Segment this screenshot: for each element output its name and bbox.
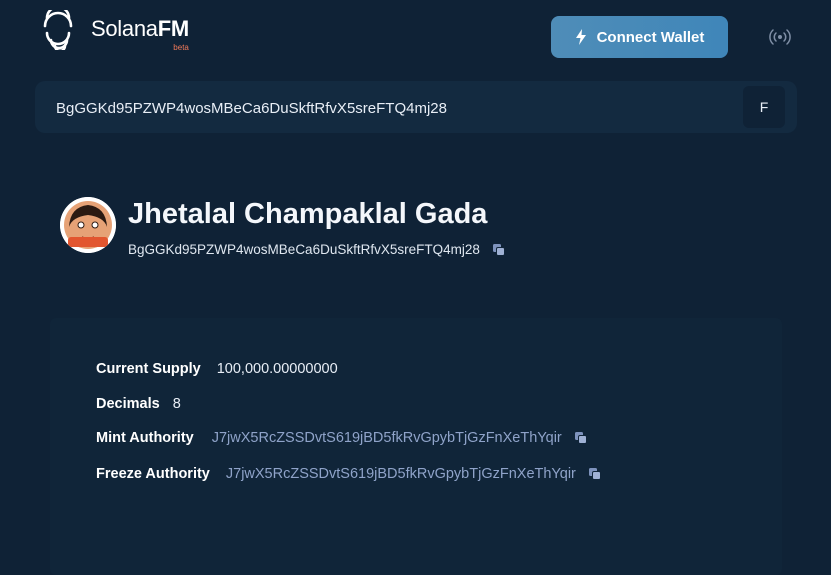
token-details-card: Current Supply 100,000.00000000 Decimals… (50, 318, 782, 575)
copy-icon[interactable] (588, 467, 602, 481)
freeze-authority-link[interactable]: J7jwX5RcZSSDvtS619jBD5fkRvGpybTjGzFnXeTh… (226, 466, 576, 482)
solanafm-logo-icon (43, 10, 73, 50)
search-input[interactable] (54, 81, 708, 135)
decimals-value: 8 (172, 396, 181, 412)
bolt-icon (575, 29, 586, 45)
search-button[interactable]: F (743, 86, 785, 128)
decimals-label: Decimals (96, 396, 160, 412)
copy-icon[interactable] (574, 431, 588, 445)
signal-icon[interactable] (769, 28, 791, 46)
copy-icon[interactable] (492, 243, 506, 257)
logo-text: SolanaFM beta (91, 16, 189, 52)
beta-badge: beta (173, 43, 189, 52)
connect-wallet-button[interactable]: Connect Wallet (551, 16, 728, 58)
mint-authority-row: Mint Authority J7jwX5RcZSSDvtS619jBD5fkR… (96, 430, 588, 446)
connect-wallet-label: Connect Wallet (596, 28, 705, 46)
profile-address-row: BgGGKd95PZWP4wosMBeCa6DuSkftRfvX5sreFTQ4… (128, 242, 506, 257)
current-supply-row: Current Supply 100,000.00000000 (96, 361, 338, 377)
profile-address: BgGGKd95PZWP4wosMBeCa6DuSkftRfvX5sreFTQ4… (128, 242, 480, 257)
current-supply-label: Current Supply (96, 361, 201, 377)
current-supply-value: 100,000.00000000 (216, 361, 338, 377)
decimals-row: Decimals 8 (96, 396, 181, 412)
freeze-authority-row: Freeze Authority J7jwX5RcZSSDvtS619jBD5f… (96, 466, 602, 482)
avatar-image (60, 197, 116, 253)
profile-name: Jhetalal Champaklal Gada (128, 198, 488, 230)
logo[interactable]: SolanaFM beta (43, 10, 189, 52)
logo-name: SolanaFM (91, 16, 189, 41)
mint-authority-link[interactable]: J7jwX5RcZSSDvtS619jBD5fkRvGpybTjGzFnXeTh… (212, 430, 562, 446)
mint-authority-label: Mint Authority (96, 430, 194, 446)
search-bar: F (35, 81, 797, 135)
freeze-authority-label: Freeze Authority (96, 466, 210, 482)
avatar (60, 197, 116, 253)
